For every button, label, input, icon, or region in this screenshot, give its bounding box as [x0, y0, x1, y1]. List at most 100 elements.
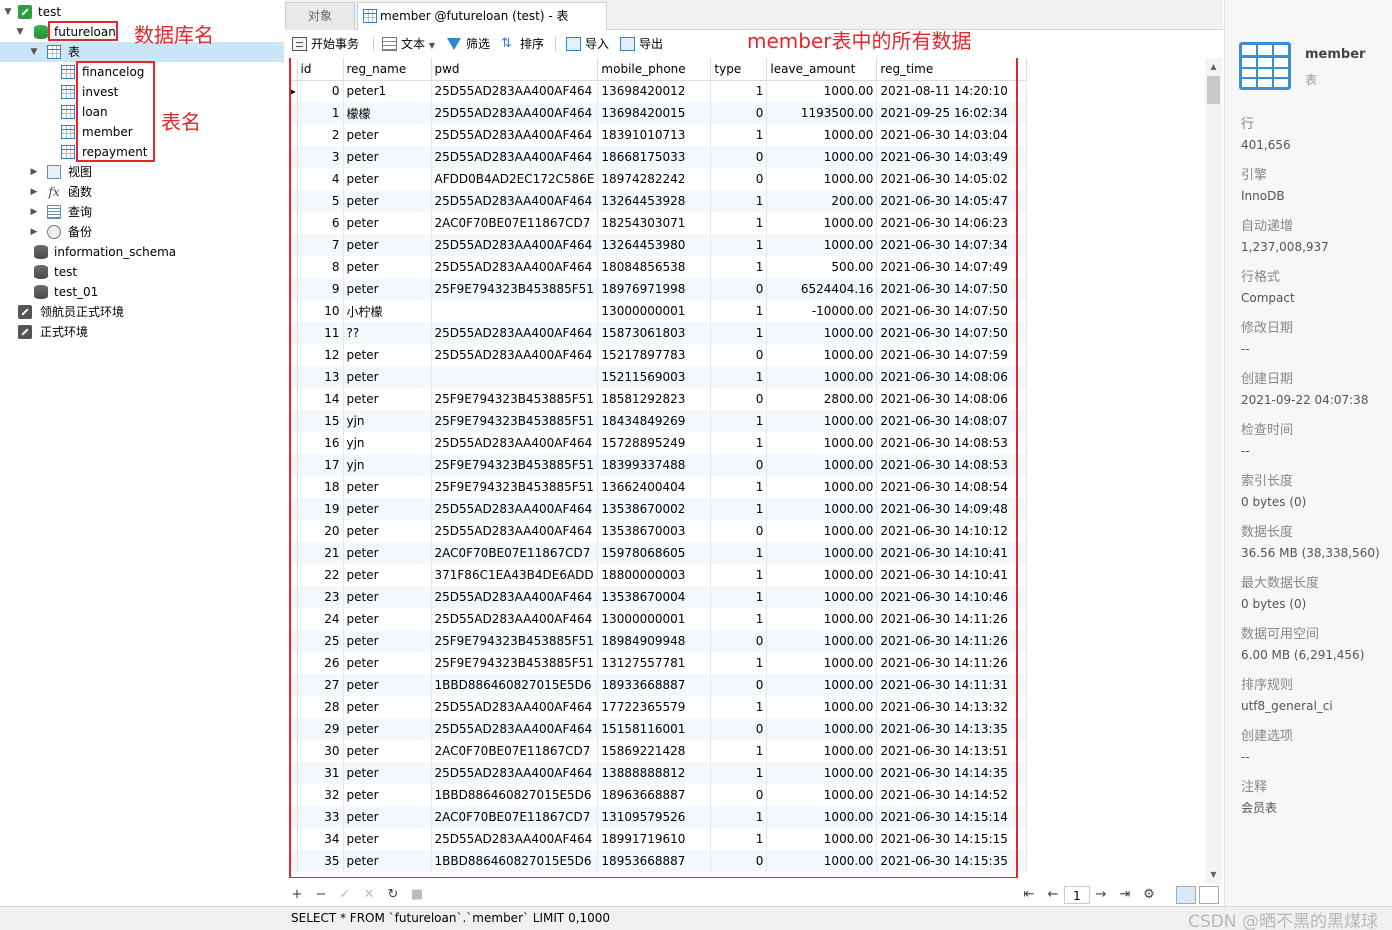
transaction-icon [292, 37, 307, 51]
table-icon [61, 145, 75, 159]
property-value: utf8_general_ci [1241, 699, 1333, 713]
filter-button[interactable]: 筛选 [447, 35, 490, 53]
scroll-down-icon[interactable]: ▼ [1205, 868, 1222, 882]
table-icon [61, 65, 75, 79]
apply-changes-icon[interactable]: ✓ [337, 886, 353, 904]
function-icon: fx [48, 185, 60, 199]
property-value: 2021-09-22 04:07:38 [1241, 393, 1369, 407]
watermark: CSDN @晒不黑的黑煤球 [1188, 912, 1378, 930]
tab-objects[interactable]: 对象 [285, 2, 355, 30]
info-property: 数据长度 36.56 MB (38,338,560) [1241, 523, 1380, 563]
export-button[interactable]: 导出 [620, 35, 663, 53]
tree-functions-folder[interactable]: ▶ fx 函数 [0, 182, 280, 202]
previous-page-icon[interactable]: ← [1045, 886, 1061, 904]
chevron-right-icon[interactable]: ▶ [28, 162, 40, 182]
property-key: 索引长度 [1241, 474, 1294, 489]
property-key: 最大数据长度 [1241, 576, 1320, 591]
property-key: 数据可用空间 [1241, 627, 1320, 642]
tree-label: 视图 [68, 165, 93, 179]
database-icon [34, 25, 48, 39]
tree-label: 表 [68, 45, 81, 59]
data-grid[interactable]: id reg_name pwd mobile_phone type leave_… [289, 58, 1203, 878]
view-icon [47, 165, 61, 179]
property-key: 创建选项 [1241, 729, 1294, 744]
annotation-data-label: member表中的所有数据 [747, 29, 972, 53]
add-record-icon[interactable]: + [289, 886, 305, 904]
property-value: -- [1241, 444, 1250, 458]
import-icon [566, 37, 581, 51]
tree-connection-item[interactable]: 正式环境 [0, 322, 280, 342]
property-key: 检查时间 [1241, 423, 1294, 438]
table-icon [61, 85, 75, 99]
delete-record-icon[interactable]: − [313, 886, 329, 904]
grid-view-icon[interactable] [1176, 886, 1196, 904]
tree-connection-item[interactable]: 领航员正式环境 [0, 302, 280, 322]
stop-icon[interactable]: ■ [409, 886, 425, 904]
table-icon [61, 105, 75, 119]
tree-label: 正式环境 [40, 325, 89, 339]
form-view-icon[interactable] [1199, 886, 1219, 904]
discard-changes-icon[interactable]: ✕ [361, 886, 377, 904]
property-value: 401,656 [1241, 138, 1291, 152]
info-property: 行 401,656 [1241, 115, 1291, 155]
annotation-table-label: 表名 [161, 110, 201, 134]
next-page-icon[interactable]: → [1093, 886, 1109, 904]
scroll-thumb[interactable] [1207, 76, 1220, 104]
sort-button[interactable]: ⇅ 排序 [501, 35, 544, 53]
tab-member-table[interactable]: member @futureloan (test) - 表 [357, 2, 607, 30]
chevron-down-icon[interactable]: ▼ [28, 42, 40, 62]
status-bar: SELECT * FROM `futureloan`.`member` LIMI… [0, 906, 1392, 930]
info-table-type: 表 [1305, 73, 1318, 87]
chevron-down-icon[interactable]: ▼ [14, 22, 26, 42]
property-value: -- [1241, 750, 1250, 764]
import-button[interactable]: 导入 [566, 35, 609, 53]
info-property: 数据可用空间 6.00 MB (6,291,456) [1241, 625, 1364, 665]
info-property: 最大数据长度 0 bytes (0) [1241, 574, 1319, 614]
table-icon [61, 125, 75, 139]
info-property: 索引长度 0 bytes (0) [1241, 472, 1306, 512]
navigation-tree: ▼ test ▼ futureloan ▼ 表 financelog inves… [0, 0, 284, 906]
tree-db-item[interactable]: information_schema [0, 242, 280, 262]
property-key: 自动递增 [1241, 219, 1294, 234]
tree-backups-folder[interactable]: ▶ 备份 [0, 222, 280, 242]
text-button[interactable]: 文本 ▼ [382, 35, 435, 53]
tree-db-item[interactable]: test_01 [0, 282, 280, 302]
info-property: 自动递增 1,237,008,937 [1241, 217, 1329, 257]
property-key: 行 [1241, 117, 1255, 132]
info-table-name: member [1305, 47, 1366, 62]
page-number-input[interactable]: 1 [1064, 886, 1090, 904]
tab-label: member @futureloan (test) - 表 [380, 9, 569, 23]
tree-db-item[interactable]: test [0, 262, 280, 282]
toolbar-divider [373, 37, 374, 51]
begin-transaction-button[interactable]: 开始事务 [292, 35, 359, 53]
toolbar: 开始事务 文本 ▼ 筛选 ⇅ 排序 导入 导出 member表中的所有数据 [285, 29, 1223, 55]
info-property: 引擎 InnoDB [1241, 166, 1285, 206]
database-icon [34, 245, 48, 259]
chevron-right-icon[interactable]: ▶ [28, 182, 40, 202]
chevron-right-icon[interactable]: ▶ [28, 222, 40, 242]
property-value: 会员表 [1241, 801, 1278, 815]
vertical-scrollbar[interactable]: ▲ ▼ [1205, 58, 1222, 884]
last-page-icon[interactable]: ⇥ [1117, 886, 1133, 904]
first-page-icon[interactable]: ⇤ [1021, 886, 1037, 904]
property-key: 数据长度 [1241, 525, 1294, 540]
tree-queries-folder[interactable]: ▶ 查询 [0, 202, 280, 222]
property-key: 排序规则 [1241, 678, 1294, 693]
annotation-database-label: 数据库名 [134, 23, 214, 47]
refresh-icon[interactable]: ↻ [385, 886, 401, 904]
property-value: 6.00 MB (6,291,456) [1241, 648, 1365, 662]
button-label: 导出 [639, 37, 664, 51]
tree-label: test [54, 265, 78, 279]
button-label: 导入 [585, 37, 610, 51]
object-info-panel: member 表 行 401,656 引擎 InnoDB 自动递增 1,237,008,9… [1224, 0, 1392, 906]
table-icon [1239, 42, 1291, 90]
property-value: Compact [1241, 291, 1295, 305]
property-key: 行格式 [1241, 270, 1281, 285]
annotation-box-database [48, 21, 118, 41]
property-value: InnoDB [1241, 189, 1285, 203]
tree-views-folder[interactable]: ▶ 视图 [0, 162, 280, 182]
gear-icon[interactable]: ⚙ [1141, 886, 1157, 904]
chevron-down-icon[interactable]: ▼ [2, 2, 14, 22]
chevron-right-icon[interactable]: ▶ [28, 202, 40, 222]
scroll-up-icon[interactable]: ▲ [1205, 60, 1222, 74]
